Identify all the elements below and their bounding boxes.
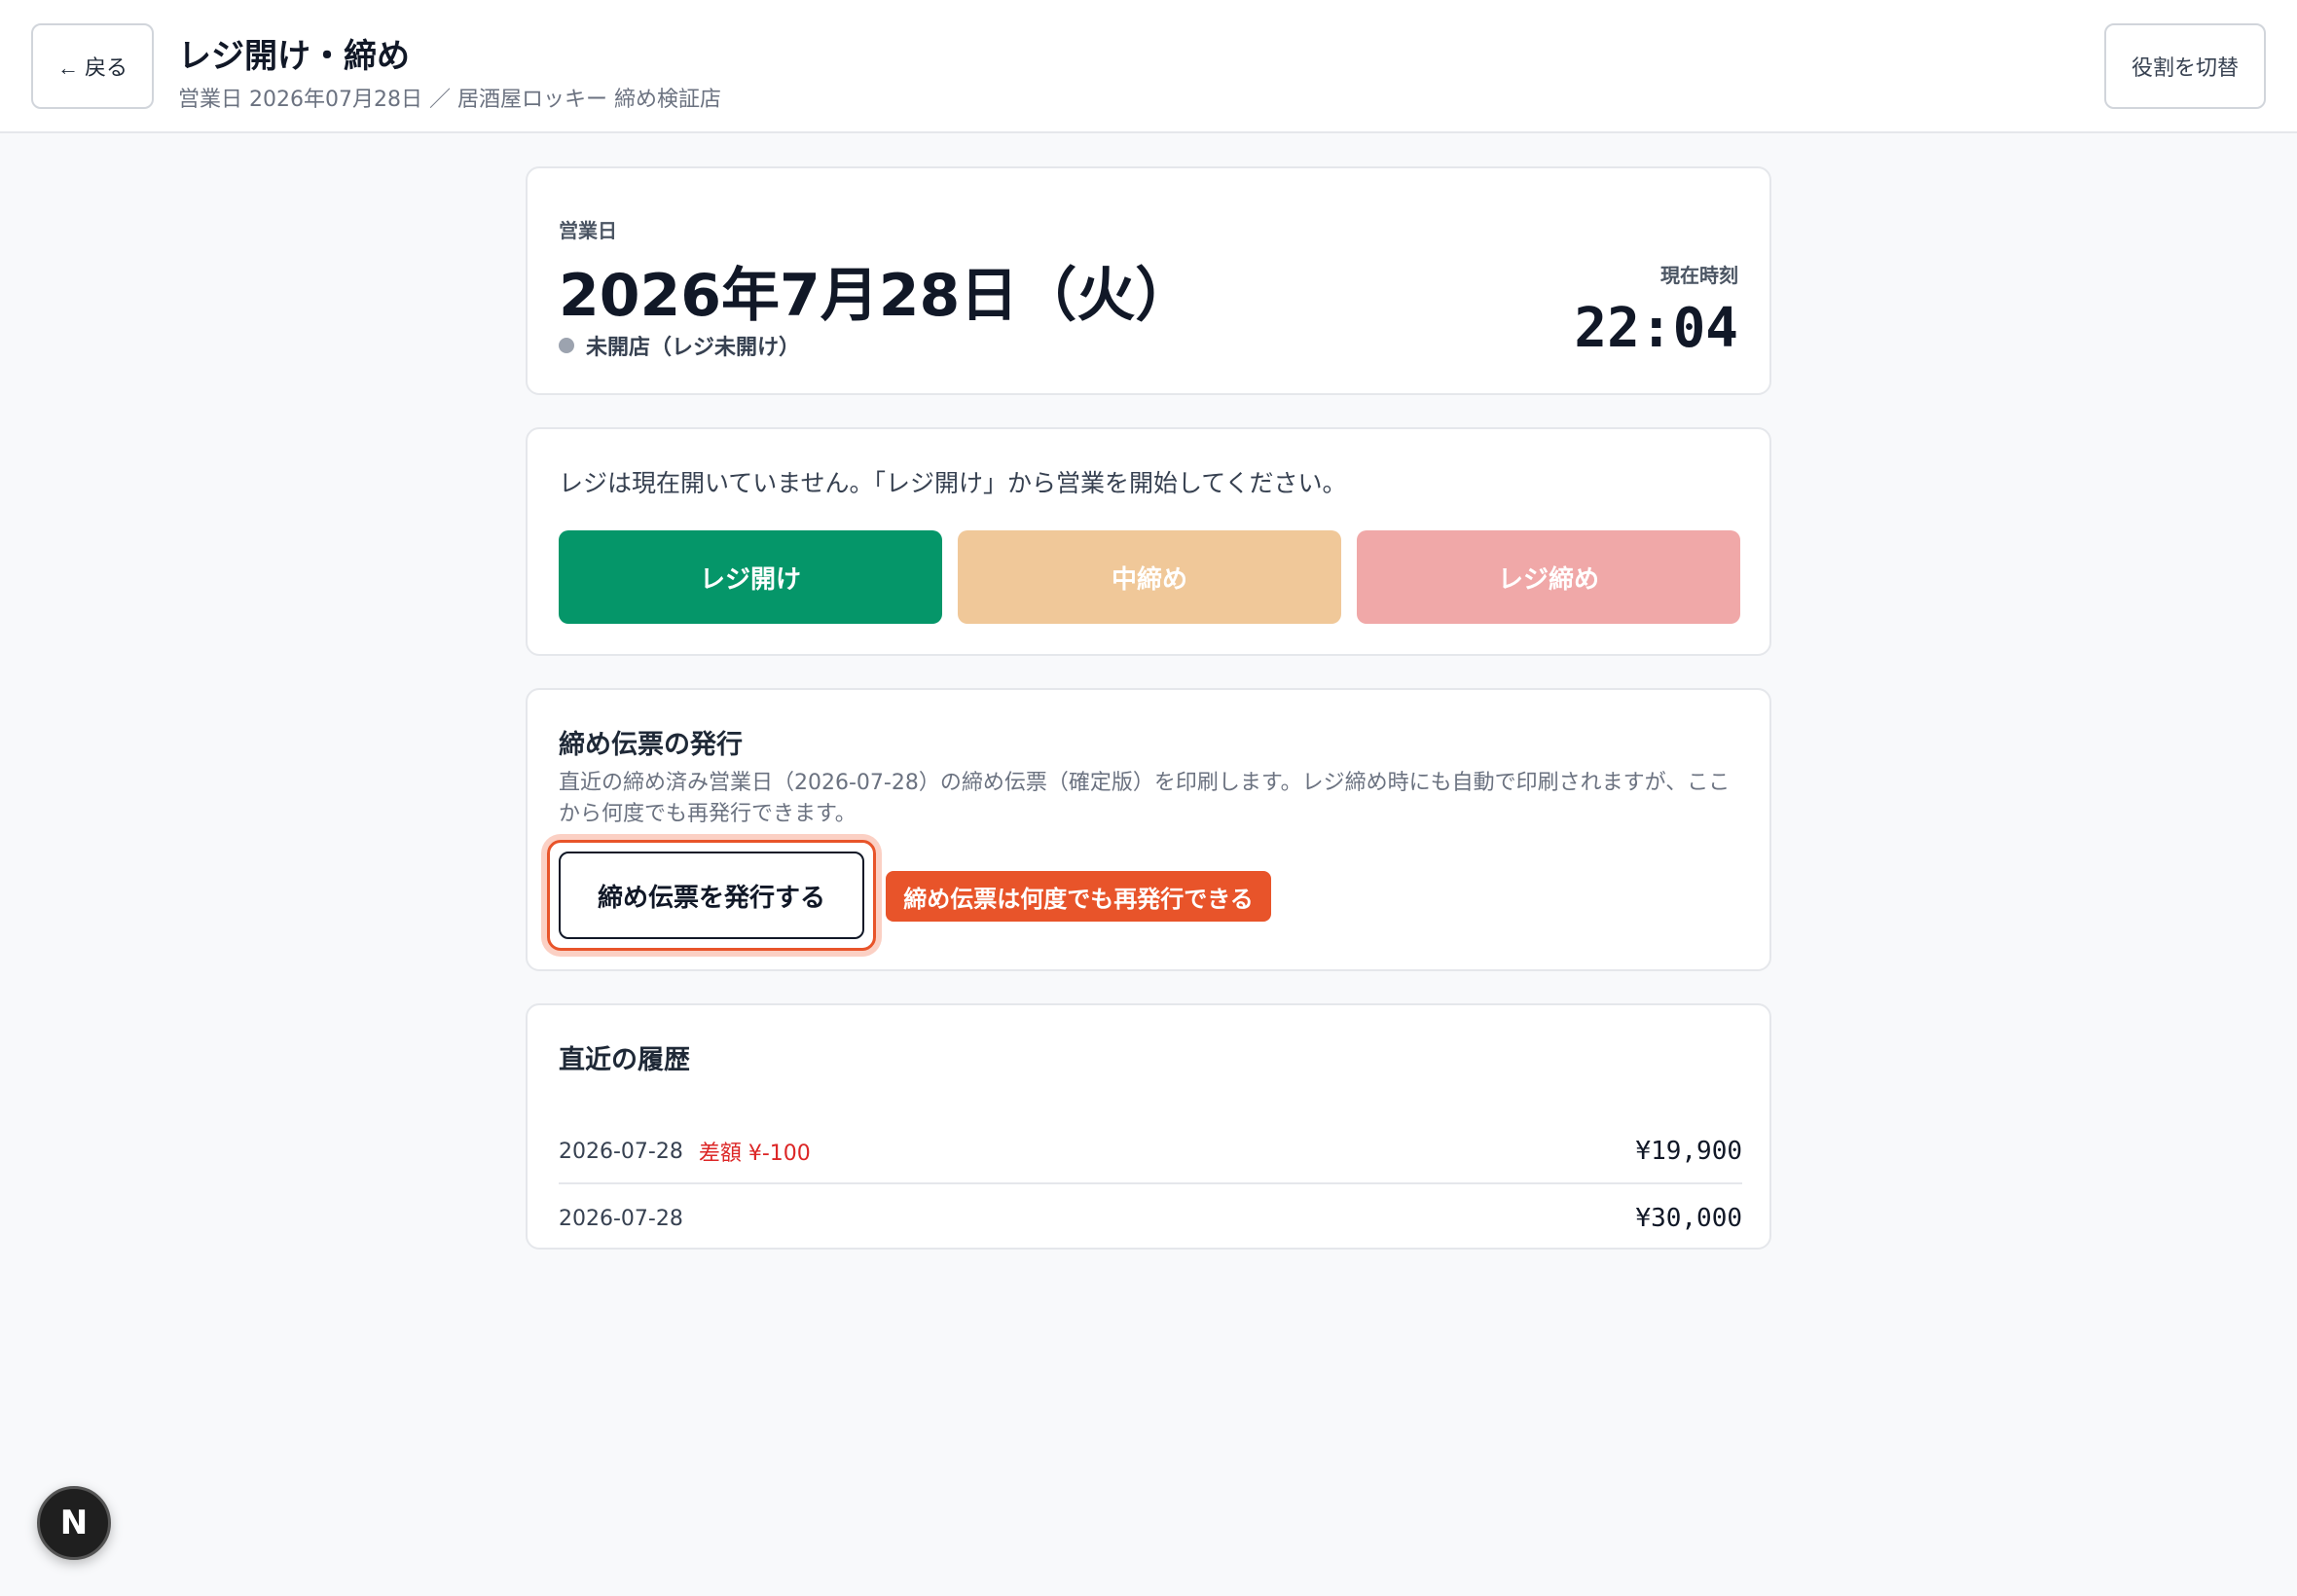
history-amount: ¥19,900	[1635, 1137, 1742, 1166]
app-header: ← 戻る レジ開け・締め 営業日 2026年07月28日 ／ 居酒屋ロッキー 締…	[0, 0, 2297, 133]
reissue-tip-badge: 締め伝票は何度でも再発行できる	[886, 871, 1271, 922]
closing-slip-description: 直近の締め済み営業日（2026-07-28）の締め伝票（確定版）を印刷します。レ…	[559, 771, 1731, 826]
status-text: 未開店（レジ未開け）	[586, 336, 801, 360]
status-dot-icon	[559, 338, 574, 353]
next-dev-badge-icon[interactable]: N	[37, 1486, 111, 1560]
closing-slip-card: 締め伝票の発行 直近の締め済み営業日（2026-07-28）の締め伝票（確定版）…	[526, 688, 1771, 971]
business-day-label: 営業日	[559, 219, 617, 242]
register-open-button[interactable]: レジ開け	[559, 530, 942, 624]
register-close-button[interactable]: レジ締め	[1357, 530, 1740, 624]
current-time: 22:04	[1574, 297, 1738, 360]
business-date: 2026年7月28日（火）	[559, 262, 1194, 330]
history-date: 2026-07-28	[559, 1139, 683, 1164]
business-day-card: 営業日 2026年7月28日（火） 未開店（レジ未開け） 現在時刻 22:04	[526, 166, 1771, 395]
current-time-label: 現在時刻	[1660, 264, 1738, 287]
closing-slip-title: 締め伝票の発行	[559, 730, 743, 760]
history-diff: 差額 ¥-100	[698, 1142, 811, 1166]
history-card: 直近の履歴 2026-07-28 差額 ¥-100 ¥19,900 2026-0…	[526, 1003, 1771, 1250]
page-subtitle: 営業日 2026年07月28日 ／ 居酒屋ロッキー 締め検証店	[178, 88, 721, 112]
history-amount: ¥30,000	[1635, 1204, 1742, 1233]
page-title: レジ開け・締め	[178, 37, 410, 76]
back-button[interactable]: ← 戻る	[31, 23, 154, 109]
issue-closing-slip-button[interactable]: 締め伝票を発行する	[559, 852, 864, 939]
store-status: 未開店（レジ未開け）	[559, 330, 800, 361]
history-title: 直近の履歴	[559, 1045, 690, 1075]
role-switch-button[interactable]: 役割を切替	[2104, 23, 2266, 109]
history-date: 2026-07-28	[559, 1206, 683, 1231]
register-notice: レジは現在開いていません。「レジ開け」から営業を開始してください。	[559, 469, 1347, 497]
history-row: 2026-07-28 ¥30,000	[559, 1186, 1742, 1251]
mid-close-button[interactable]: 中締め	[958, 530, 1341, 624]
history-row: 2026-07-28 差額 ¥-100 ¥19,900	[559, 1120, 1742, 1184]
register-actions-card: レジは現在開いていません。「レジ開け」から営業を開始してください。 レジ開け 中…	[526, 427, 1771, 656]
